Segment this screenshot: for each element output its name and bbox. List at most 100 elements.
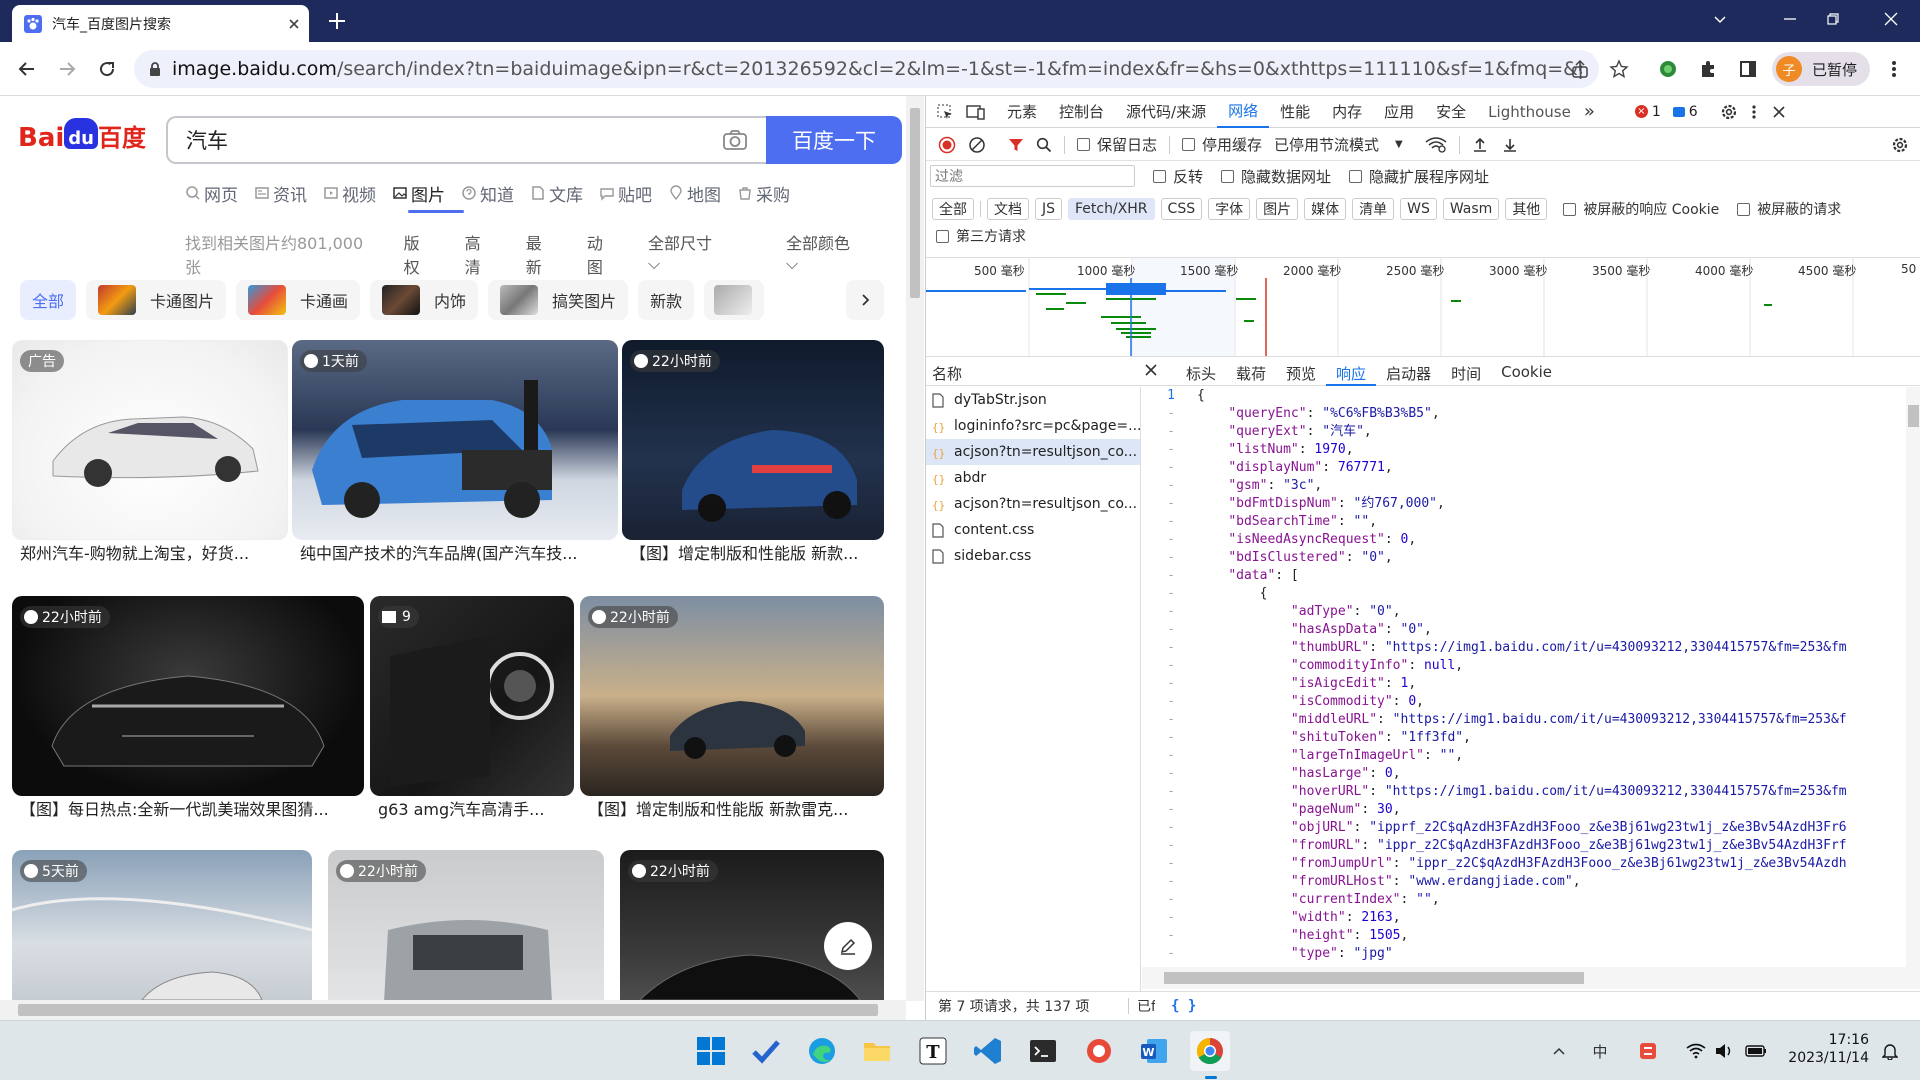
hide-data-urls-checkbox[interactable]: 隐藏数据网址 <box>1221 166 1331 187</box>
edit-floating-button[interactable] <box>824 922 872 970</box>
tab-security[interactable]: 安全 <box>1425 96 1477 128</box>
chrome-icon[interactable] <box>1190 1031 1230 1071</box>
system-clock[interactable]: 17:16 2023/11/14 <box>1785 1031 1869 1067</box>
network-timeline-overview[interactable]: 500 毫秒 1000 毫秒 1500 毫秒 2000 毫秒 2500 毫秒 3… <box>926 257 1920 357</box>
name-column-header[interactable]: 名称 <box>932 363 962 384</box>
tab-zhidao[interactable]: 知道 <box>461 180 514 206</box>
address-bar[interactable]: image.baidu.com/search/index?tn=baiduima… <box>134 50 1599 88</box>
tray-app-icon[interactable] <box>1634 1033 1662 1069</box>
chip-new-model[interactable]: 新款 <box>638 280 695 320</box>
type-img[interactable]: 图片 <box>1256 198 1299 220</box>
import-har-icon[interactable] <box>1472 137 1488 153</box>
image-card[interactable]: 1天前 纯中国产技术的汽车品牌(国产汽车技... <box>292 340 618 564</box>
new-tab-icon[interactable] <box>325 9 349 33</box>
tab-web[interactable]: 网页 <box>185 180 238 206</box>
type-media[interactable]: 媒体 <box>1304 198 1347 220</box>
chip-funny[interactable]: 搞笑图片 <box>488 280 629 320</box>
chip-cartoon-drawing[interactable]: 卡通画 <box>236 280 361 320</box>
image-card[interactable]: 22小时前 【图】增定制版和性能版 新款雷克... <box>580 596 884 820</box>
image-caption[interactable]: 【图】增定制版和性能版 新款雷克... <box>588 796 876 820</box>
type-ws[interactable]: WS <box>1400 198 1437 220</box>
image-caption[interactable]: 【图】增定制版和性能版 新款... <box>630 540 876 564</box>
type-all[interactable]: 全部 <box>932 198 974 220</box>
scroll-thumb[interactable] <box>910 108 920 298</box>
page-horizontal-scrollbar[interactable] <box>0 1000 906 1020</box>
tab-map[interactable]: 地图 <box>668 180 721 206</box>
preserve-log-checkbox[interactable]: 保留日志 <box>1077 134 1157 155</box>
tab-close-icon[interactable] <box>287 17 301 31</box>
filter-size-dropdown[interactable]: 全部尺寸 ⌵ <box>648 230 756 278</box>
search-icon[interactable] <box>1036 137 1052 153</box>
typora-icon[interactable]: T <box>915 1033 951 1069</box>
request-row[interactable]: dyTabStr.json <box>926 387 1140 413</box>
request-row[interactable]: {} acjson?tn=resultjson_co... <box>926 439 1140 465</box>
invert-checkbox[interactable]: 反转 <box>1153 166 1203 187</box>
forward-icon[interactable] <box>53 55 81 83</box>
filter-funnel-icon[interactable] <box>1008 137 1024 153</box>
disable-cache-checkbox[interactable]: 停用缓存 <box>1182 134 1262 155</box>
record-icon[interactable] <box>938 136 956 154</box>
chip-interior[interactable]: 内饰 <box>370 280 479 320</box>
message-counter[interactable]: 6 <box>1672 104 1698 120</box>
image-card[interactable]: 9 g63 amg汽车高清手... <box>370 596 574 820</box>
image-caption[interactable]: 【图】每日热点:全新一代凯美瑞效果图猜... <box>20 796 356 820</box>
more-tabs-icon[interactable]: » <box>1584 101 1595 122</box>
close-window-icon[interactable] <box>1866 0 1916 38</box>
clear-icon[interactable] <box>968 136 986 154</box>
image-caption[interactable]: 郑州汽车-购物就上淘宝，好货... <box>20 540 280 564</box>
tab-search-icon[interactable] <box>1695 0 1745 38</box>
tab-memory[interactable]: 内存 <box>1321 96 1373 128</box>
close-devtools-icon[interactable] <box>1772 105 1786 119</box>
close-detail-icon[interactable] <box>1144 363 1158 377</box>
search-input[interactable]: 汽车 <box>166 116 766 164</box>
vscode-icon[interactable] <box>970 1033 1006 1069</box>
battery-icon[interactable] <box>1742 1033 1770 1069</box>
tab-network[interactable]: 网络 <box>1217 96 1270 128</box>
side-panel-icon[interactable] <box>1734 55 1762 83</box>
response-vertical-scrollbar[interactable] <box>1906 387 1920 967</box>
network-conditions-icon[interactable] <box>1425 136 1447 153</box>
throttling-select[interactable]: 已停用节流模式 ▼ <box>1274 134 1403 155</box>
image-card[interactable]: 22小时前 【图】每日热点:全新一代凯美瑞效果图猜... <box>12 596 364 820</box>
screenshot-app-icon[interactable] <box>1081 1033 1117 1069</box>
filter-color-dropdown[interactable]: 全部颜色 ⌵ <box>786 230 894 278</box>
tab-images[interactable]: 图片 <box>392 180 445 206</box>
third-party-checkbox[interactable]: 第三方请求 <box>936 226 1026 246</box>
ime-indicator[interactable]: 中 <box>1586 1033 1614 1069</box>
tab-video[interactable]: 视频 <box>323 180 376 206</box>
inspect-element-icon[interactable] <box>936 103 954 121</box>
pretty-print-icon[interactable]: { } <box>1171 998 1196 1014</box>
type-doc[interactable]: 文档 <box>987 198 1029 220</box>
detail-tab-preview[interactable]: 预览 <box>1276 358 1326 386</box>
extensions-puzzle-icon[interactable] <box>1694 55 1722 83</box>
tab-wenku[interactable]: 文库 <box>530 180 583 206</box>
lock-icon[interactable] <box>148 61 162 77</box>
wifi-icon[interactable] <box>1682 1033 1710 1069</box>
device-toolbar-icon[interactable] <box>966 103 986 121</box>
image-card[interactable]: 广告 郑州汽车-购物就上淘宝，好货... <box>12 340 288 564</box>
filter-newest[interactable]: 最新 <box>526 230 557 278</box>
detail-tab-response[interactable]: 响应 <box>1326 358 1377 386</box>
request-row[interactable]: {} acjson?tn=resultjson_co... <box>926 491 1140 517</box>
detail-tab-initiator[interactable]: 启动器 <box>1376 358 1441 386</box>
type-manifest[interactable]: 清单 <box>1352 198 1395 220</box>
type-js[interactable]: JS <box>1035 198 1063 220</box>
todo-app-icon[interactable] <box>748 1033 784 1069</box>
request-row[interactable]: {} logininfo?src=pc&page=... <box>926 413 1140 439</box>
file-explorer-icon[interactable] <box>859 1033 895 1069</box>
windows-start-icon[interactable] <box>693 1033 729 1069</box>
tab-purchase[interactable]: 采购 <box>737 180 790 206</box>
chip-all[interactable]: 全部 <box>20 280 77 320</box>
type-font[interactable]: 字体 <box>1208 198 1251 220</box>
scroll-thumb[interactable] <box>18 1004 878 1016</box>
baidu-logo[interactable]: Bai du 百度 <box>18 118 146 153</box>
camera-icon[interactable] <box>722 129 748 151</box>
chip-next-button[interactable] <box>846 280 884 320</box>
tab-tieba[interactable]: 贴吧 <box>599 180 652 206</box>
detail-tab-cookies[interactable]: Cookie <box>1491 358 1562 386</box>
network-settings-gear-icon[interactable] <box>1891 136 1909 154</box>
reload-icon[interactable] <box>93 55 121 83</box>
image-caption[interactable]: g63 amg汽车高清手... <box>378 796 566 820</box>
image-caption[interactable]: 纯中国产技术的汽车品牌(国产汽车技... <box>300 540 610 564</box>
volume-icon[interactable] <box>1710 1033 1738 1069</box>
